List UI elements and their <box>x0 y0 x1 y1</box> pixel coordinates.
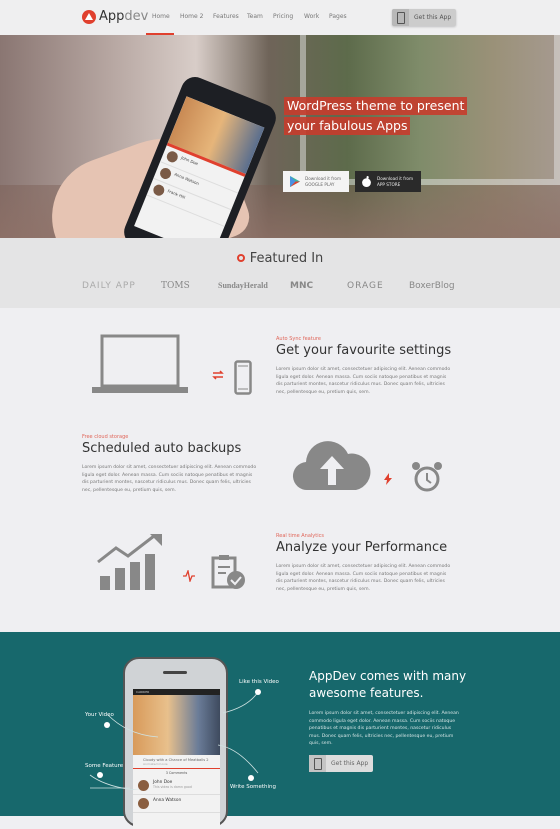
featured-title: Featured In <box>0 251 560 266</box>
app-store-big: APP STORE <box>377 181 401 187</box>
sync-icon <box>212 370 224 380</box>
brand-logo: SundayHerald <box>218 281 268 290</box>
google-play-icon <box>290 176 300 187</box>
callout-dot <box>255 689 261 695</box>
smartphone-icon <box>234 360 252 395</box>
google-play-big: GOOGLE PLAY <box>305 181 335 187</box>
callout-dot <box>104 722 110 728</box>
nav-work[interactable]: Work <box>304 13 319 20</box>
feature-tag: Auto Sync feature <box>276 336 321 342</box>
feature-body: Lorem ipsum dolor sit amet, consectetuer… <box>276 564 451 592</box>
showcase-body: Lorem ipsum dolor sit amet, consectetuer… <box>309 711 459 747</box>
callout-some-feature: Some Feature <box>85 763 124 769</box>
nav-team[interactable]: Team <box>247 13 263 20</box>
phone-icon <box>392 9 409 26</box>
brand-logo: TOMS <box>161 281 190 291</box>
callout-lines <box>89 691 259 790</box>
featured-title-text: Featured In <box>249 251 324 266</box>
feature-title: Get your favourite settings <box>276 343 452 358</box>
showcase-get-app-label: Get this App <box>331 760 369 767</box>
feature-tag: Free cloud storage <box>82 434 129 440</box>
brand-logo: ORAGE <box>347 281 384 291</box>
brand-logo: BoxerBlog <box>409 281 455 291</box>
logo[interactable]: Appdev <box>99 9 148 24</box>
laptop-icon <box>92 334 188 393</box>
hero: John Doe Anna Watson Frank Hill <box>0 35 560 238</box>
comment-name: Anna Watson <box>153 798 182 803</box>
logo-main: App <box>99 9 125 24</box>
lightning-icon <box>384 473 392 485</box>
callout-dot <box>97 772 103 778</box>
feature-title: Analyze your Performance <box>276 540 448 555</box>
comment-row: Anna Watson <box>133 795 220 813</box>
pulse-icon <box>183 570 195 582</box>
showcase-title: AppDev comes with many awesome features. <box>309 669 467 700</box>
logo-icon[interactable] <box>82 10 96 24</box>
brand-logo: MNC <box>290 281 314 291</box>
callout-write-something: Write Something <box>230 784 277 790</box>
nav-features[interactable]: Features <box>213 13 239 20</box>
phone-icon <box>309 755 326 772</box>
award-icon <box>236 254 245 262</box>
hero-headline-line2: your fabulous Apps <box>284 117 411 135</box>
clipboard-check-icon <box>211 555 245 589</box>
get-app-button[interactable]: Get this App <box>392 9 456 26</box>
nav-pricing[interactable]: Pricing <box>273 13 293 20</box>
callout-dot <box>248 775 254 781</box>
feature-title: Scheduled auto backups <box>82 441 242 456</box>
nav-home[interactable]: Home <box>152 13 170 20</box>
feature-tag: Real time Analytics <box>276 533 324 539</box>
google-play-button[interactable]: Download it from GOOGLE PLAY <box>283 171 349 192</box>
growth-chart-icon <box>97 534 162 590</box>
alarm-clock-icon <box>412 462 442 492</box>
featured-section <box>0 238 560 308</box>
logo-accent: dev <box>124 9 149 24</box>
feature-body: Lorem ipsum dolor sit amet, consectetuer… <box>82 465 257 493</box>
showcase-get-app-button[interactable]: Get this App <box>309 755 373 772</box>
get-app-label: Get this App <box>414 14 452 21</box>
nav-home-2[interactable]: Home 2 <box>180 13 203 20</box>
brand-logo: DAILY APP <box>82 281 136 291</box>
app-store-button[interactable]: Download it from APP STORE <box>355 171 421 192</box>
cloud-upload-icon <box>292 441 371 491</box>
hero-headline-line1: WordPress theme to present <box>284 97 468 115</box>
feature-body: Lorem ipsum dolor sit amet, consectetuer… <box>276 367 451 395</box>
apple-icon <box>362 176 371 187</box>
callout-like-video: Like this Video <box>239 679 279 685</box>
callout-your-video: Your Video <box>85 712 114 718</box>
nav-pages[interactable]: Pages <box>329 13 347 20</box>
